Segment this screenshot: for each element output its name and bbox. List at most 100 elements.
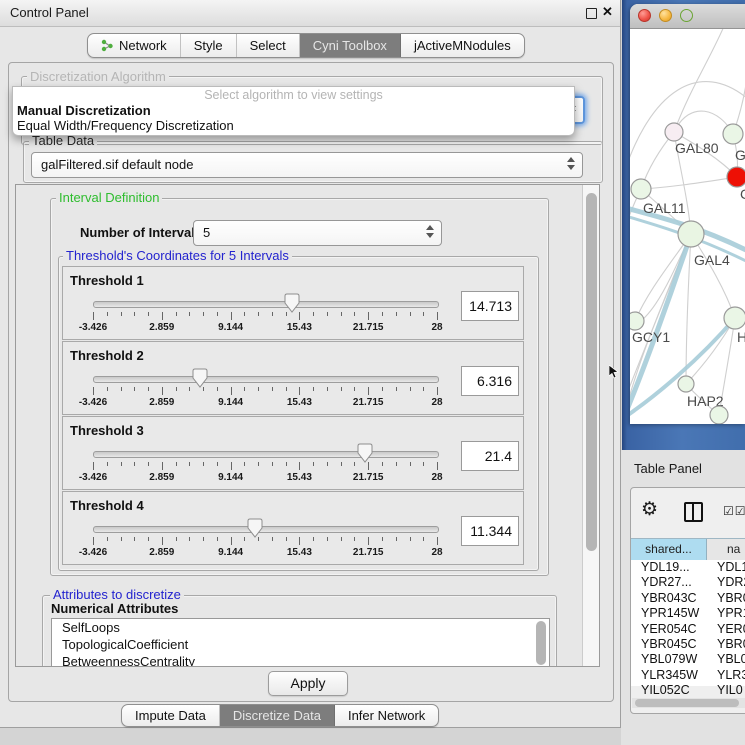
interval-definition-group-label: Interval Definition <box>56 191 162 205</box>
scrollpane-scrollbar-thumb[interactable] <box>586 193 597 551</box>
gear-icon[interactable]: ⚙ <box>641 498 658 521</box>
numerical-attributes-label: Numerical Attributes <box>51 601 178 616</box>
threshold-slider-thumb[interactable] <box>247 518 263 538</box>
table-hscrollbar[interactable] <box>632 698 745 708</box>
threshold-slider-track[interactable] <box>93 526 439 533</box>
network-window: GAL80GACGAL11GAL4GCY1HAHAP2 <box>630 4 745 424</box>
list-item[interactable]: BetweennessCentrality <box>52 653 549 667</box>
table-row[interactable]: YBR045CYBR0 <box>631 637 745 652</box>
number-of-intervals-combobox[interactable]: 5 <box>193 220 442 246</box>
threshold-row: Threshold 2-3.4262.8599.14415.4321.71528 <box>62 341 524 415</box>
numerical-attributes-list[interactable]: SelfLoops TopologicalCoefficient Between… <box>51 618 550 667</box>
window-title: Control Panel <box>10 5 89 20</box>
column-shared-name[interactable]: shared... <box>631 539 707 560</box>
list-item[interactable]: SelfLoops <box>52 619 549 636</box>
table-row[interactable]: YER054CYER0 <box>631 622 745 637</box>
tab-select-label: Select <box>250 38 286 53</box>
minimize-traffic-light[interactable] <box>659 9 672 22</box>
network-node[interactable] <box>630 312 644 330</box>
threshold-value-field[interactable] <box>461 366 519 396</box>
slider-tick-labels: -3.4262.8599.14415.4321.71528 <box>93 547 437 559</box>
tab-discretize-data-label: Discretize Data <box>233 708 321 723</box>
tab-select[interactable]: Select <box>237 34 300 57</box>
popup-hint: Select algorithm to view settings <box>13 87 574 103</box>
network-node[interactable] <box>710 406 728 424</box>
tab-network-label: Network <box>119 38 167 53</box>
table-row[interactable]: YPR145WYPR1 <box>631 606 745 621</box>
tab-discretize-data[interactable]: Discretize Data <box>220 705 335 726</box>
table-data-combobox[interactable]: galFiltered.sif default node <box>31 152 583 178</box>
close-icon[interactable]: ✕ <box>602 4 613 20</box>
popup-item-manual-discretization[interactable]: Manual Discretization <box>13 103 574 118</box>
slider-ticks <box>93 387 437 396</box>
threshold-slider-thumb[interactable] <box>284 293 300 313</box>
table-row[interactable]: YIL052CYIL0 <box>631 683 745 698</box>
slider-tick-labels: -3.4262.8599.14415.4321.71528 <box>93 397 437 409</box>
number-of-intervals-value: 5 <box>203 225 210 240</box>
zoom-traffic-light[interactable] <box>680 9 693 22</box>
table-row[interactable]: YLR345WYLR3 <box>631 668 745 683</box>
threshold-label: Threshold 1 <box>70 273 144 288</box>
columns-icon[interactable] <box>684 502 703 522</box>
network-canvas[interactable]: GAL80GACGAL11GAL4GCY1HAHAP2 <box>630 29 745 424</box>
table-row[interactable]: YBR043CYBR0 <box>631 591 745 606</box>
network-graph[interactable]: GAL80GACGAL11GAL4GCY1HAHAP2 <box>630 29 745 424</box>
slider-tick-labels: -3.4262.8599.14415.4321.71528 <box>93 472 437 484</box>
network-node[interactable] <box>727 167 745 187</box>
scrollpane-scrollbar-track[interactable] <box>582 185 600 666</box>
table-row[interactable]: YBL079WYBL0 <box>631 652 745 667</box>
threshold-value-field[interactable] <box>461 291 519 321</box>
network-node[interactable] <box>678 376 694 392</box>
discretization-algorithm-group-label: Discretization Algorithm <box>27 70 169 84</box>
threshold-slider-thumb[interactable] <box>357 443 373 463</box>
checkbox-icons[interactable]: ☑☑ <box>723 504 745 518</box>
table-row[interactable]: YDL19...YDL1 <box>631 560 745 575</box>
node-label: HA <box>737 329 745 345</box>
tab-infer-network-label: Infer Network <box>348 708 425 723</box>
network-node[interactable] <box>665 123 683 141</box>
apply-button[interactable]: Apply <box>268 671 348 696</box>
network-node[interactable] <box>724 307 745 329</box>
list-item[interactable]: TopologicalCoefficient <box>52 636 549 653</box>
network-node[interactable] <box>723 124 743 144</box>
close-traffic-light[interactable] <box>638 9 651 22</box>
threshold-slider-track[interactable] <box>93 376 439 383</box>
threshold-slider-track[interactable] <box>93 451 439 458</box>
slider-tick-labels: -3.4262.8599.14415.4321.71528 <box>93 322 437 334</box>
tab-jactivemnodules[interactable]: jActiveMNodules <box>401 34 524 57</box>
threshold-slider-track[interactable] <box>93 301 439 308</box>
settings-scrollpane: Number of Intervals 5 Threshold 1-3.4262… <box>15 184 600 667</box>
threshold-row: Threshold 3-3.4262.8599.14415.4321.71528 <box>62 416 524 490</box>
network-node[interactable] <box>678 221 704 247</box>
tab-impute-data[interactable]: Impute Data <box>122 705 220 726</box>
top-tab-bar: Network Style Select Cyni Toolbox jActiv… <box>87 33 525 58</box>
tab-jactivemnodules-label: jActiveMNodules <box>414 38 511 53</box>
cyni-main-panel: Discretization Algorithm Table Data galF… <box>8 62 614 702</box>
attributes-group: Numerical Attributes SelfLoops Topologic… <box>42 595 557 667</box>
table-header: shared... na <box>631 538 745 561</box>
mouse-cursor <box>609 365 621 379</box>
threshold-value-field[interactable] <box>461 441 519 471</box>
table-panel-section: Table Panel ⚙ ☑☑ shared... na YDL19...YD… <box>621 450 745 745</box>
tab-cyni-toolbox[interactable]: Cyni Toolbox <box>300 34 401 57</box>
threshold-slider-thumb[interactable] <box>192 368 208 388</box>
control-panel-titlebar: Control Panel ✕ <box>0 0 620 27</box>
node-label: GAL4 <box>694 252 730 268</box>
table-row[interactable]: YDR27...YDR2 <box>631 575 745 590</box>
thresholds-group: Threshold 1 -3.4262.8599.14415.4321.71528… <box>58 256 539 571</box>
network-icon <box>101 39 114 52</box>
threshold-value-field[interactable] <box>461 516 519 546</box>
list-scrollbar[interactable] <box>536 621 546 665</box>
node-label: C <box>740 186 745 202</box>
slider-ticks <box>93 312 437 321</box>
network-window-titlebar <box>630 4 745 29</box>
combo-stepper-icon <box>567 157 575 170</box>
tab-style[interactable]: Style <box>181 34 237 57</box>
network-window-frame: GAL80GACGAL11GAL4GCY1HAHAP2 <box>622 0 745 450</box>
network-node[interactable] <box>631 179 651 199</box>
tab-infer-network[interactable]: Infer Network <box>335 705 438 726</box>
popup-item-equal-width-frequency[interactable]: Equal Width/Frequency Discretization <box>13 118 574 133</box>
float-window-icon[interactable] <box>586 8 597 19</box>
tab-network[interactable]: Network <box>88 34 181 57</box>
column-name[interactable]: na <box>727 539 740 560</box>
